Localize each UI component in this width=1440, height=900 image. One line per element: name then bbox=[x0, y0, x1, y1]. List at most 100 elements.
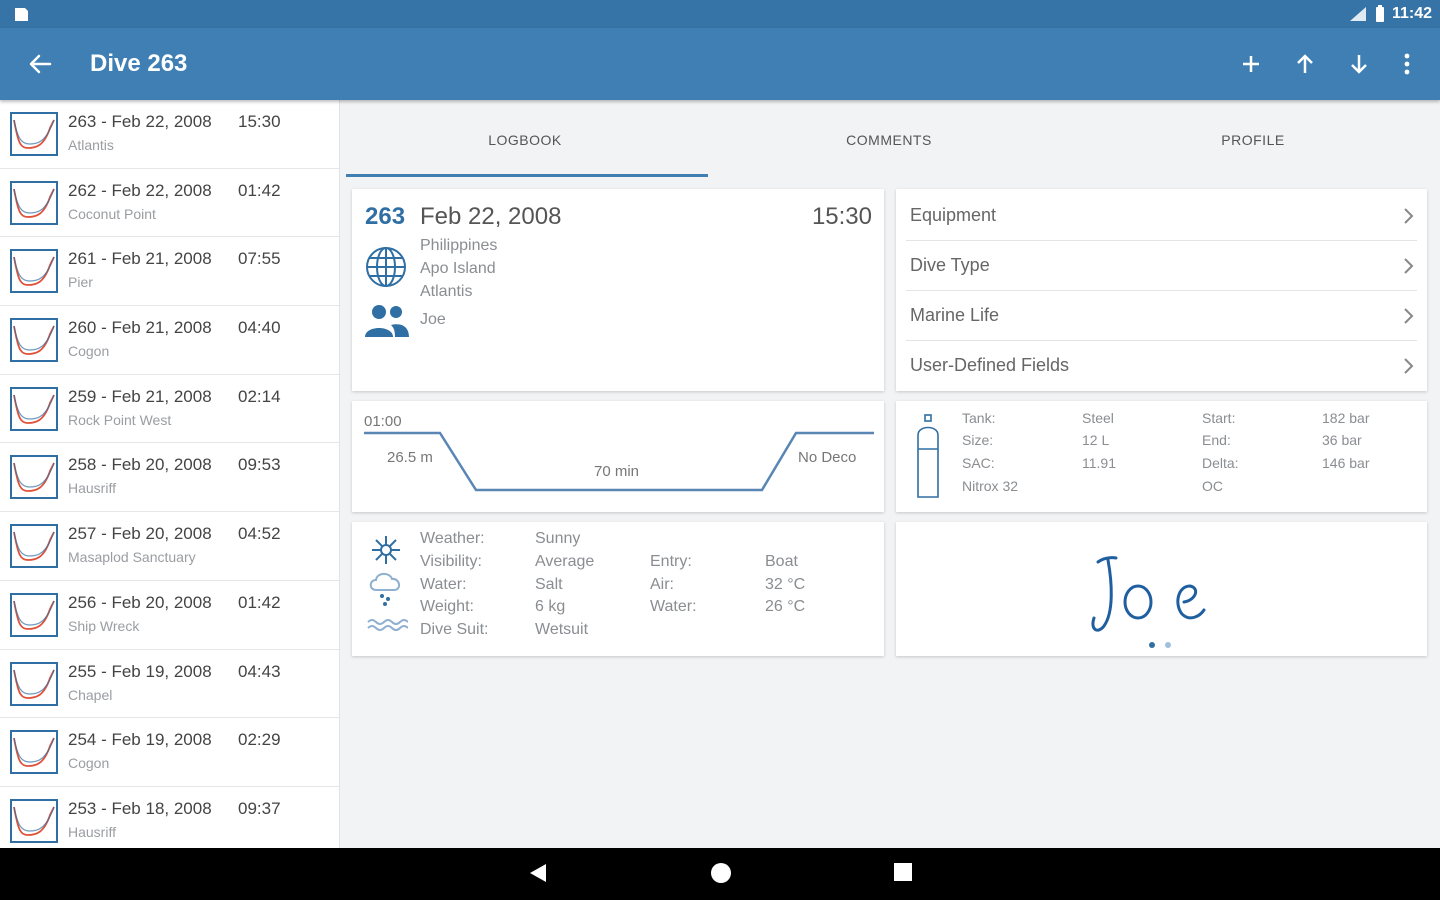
dive-profile-thumbnail bbox=[10, 798, 58, 843]
dive-list-item[interactable]: 258 - Feb 20, 2008 09:53 Hausriff bbox=[0, 443, 339, 513]
add-button[interactable] bbox=[1233, 46, 1269, 82]
plus-icon bbox=[1243, 56, 1259, 72]
conditions-card[interactable]: Weather: Sunny Visibility: Average Water… bbox=[352, 522, 884, 656]
dive-profile-thumbnail bbox=[10, 455, 58, 500]
dive-title: 253 - Feb 18, 2008 bbox=[68, 798, 212, 818]
nav-recents-icon[interactable] bbox=[893, 862, 913, 882]
dive-item-time: 04:43 bbox=[238, 661, 281, 681]
water-type-label: Water: bbox=[420, 576, 467, 593]
chevron-right-icon bbox=[1404, 208, 1414, 224]
tab-indicator bbox=[346, 174, 708, 177]
dive-item-time: 07:55 bbox=[238, 249, 281, 269]
page-indicator-active bbox=[1149, 642, 1155, 648]
dive-profile-thumbnail bbox=[10, 112, 58, 156]
tab-logbook[interactable]: LOGBOOK bbox=[342, 132, 708, 148]
sac-value: 11.91 bbox=[1082, 455, 1116, 471]
deco-status: No Deco bbox=[798, 449, 857, 466]
size-label: Size: bbox=[962, 432, 994, 448]
details-nav-card: Equipment Dive Type Marine Life User-Def… bbox=[896, 189, 1427, 391]
dive-item-time: 01:42 bbox=[238, 180, 281, 200]
equipment-label: Equipment bbox=[910, 205, 997, 225]
tab-comments[interactable]: COMMENTS bbox=[706, 132, 1072, 148]
marine-life-row[interactable]: Marine Life bbox=[906, 291, 1417, 341]
entry-label: Entry: bbox=[650, 553, 692, 570]
previous-dive-button[interactable] bbox=[1287, 46, 1323, 82]
start-value: 182 bar bbox=[1322, 410, 1370, 426]
dive-item-site: Ship Wreck bbox=[68, 617, 140, 634]
battery-icon bbox=[1375, 5, 1384, 22]
dive-profile-thumbnail bbox=[10, 386, 58, 431]
surface-interval: 01:00 bbox=[364, 413, 402, 430]
dive-item-site: Pier bbox=[68, 274, 93, 291]
nav-back-icon[interactable] bbox=[528, 862, 548, 884]
water-temp-label: Water: bbox=[650, 598, 697, 615]
app-bar: Dive 263 bbox=[0, 28, 1440, 100]
weight-value: 6 kg bbox=[535, 598, 566, 615]
dive-item-time: 02:14 bbox=[238, 386, 281, 406]
dive-suit-value: Wetsuit bbox=[535, 621, 589, 638]
dive-profile-thumbnail bbox=[10, 730, 58, 775]
globe-icon bbox=[366, 247, 406, 287]
dive-list-item[interactable]: 261 - Feb 21, 2008 07:55 Pier bbox=[0, 237, 339, 307]
signature-card[interactable] bbox=[896, 522, 1427, 656]
sac-label: SAC: bbox=[962, 455, 995, 471]
sun-icon bbox=[372, 536, 400, 564]
user-defined-fields-label: User-Defined Fields bbox=[910, 355, 1070, 375]
weather-label: Weather: bbox=[420, 530, 485, 547]
air-temp-value: 32 °C bbox=[765, 576, 806, 593]
dive-item-site: Atlantis bbox=[68, 137, 114, 153]
dive-profile-card[interactable]: 01:00 26.5 m 70 min No Deco bbox=[352, 401, 884, 512]
buddy-icon bbox=[365, 305, 409, 337]
dive-profile-thumbnail bbox=[10, 524, 58, 569]
nav-home-icon[interactable] bbox=[710, 862, 732, 884]
buddy-name: Joe bbox=[420, 311, 446, 328]
dive-list-item[interactable]: 256 - Feb 20, 2008 01:42 Ship Wreck bbox=[0, 580, 339, 650]
visibility-label: Visibility: bbox=[420, 553, 482, 570]
dive-profile-thumbnail bbox=[10, 592, 58, 637]
dive-list-item[interactable]: 254 - Feb 19, 2008 02:29 Cogon bbox=[0, 718, 339, 787]
next-dive-button[interactable] bbox=[1341, 46, 1377, 82]
dive-list-item[interactable]: 263 - Feb 22, 2008 15:30 Atlantis bbox=[0, 100, 339, 169]
circuit-type: OC bbox=[1202, 478, 1223, 494]
dive-list-item[interactable]: 260 - Feb 21, 2008 04:40 Cogon bbox=[0, 306, 339, 375]
tab-profile[interactable]: PROFILE bbox=[1070, 132, 1436, 148]
dive-list-item[interactable]: 262 - Feb 22, 2008 01:42 Coconut Point bbox=[0, 168, 339, 238]
status-icons: 11:42 bbox=[1348, 4, 1432, 24]
chevron-right-icon bbox=[1404, 358, 1414, 374]
tank-card[interactable]: Tank: Steel Size: 12 L SAC: 11.91 Nitrox… bbox=[896, 401, 1427, 512]
dive-list-item[interactable]: 253 - Feb 18, 2008 09:37 Hausriff bbox=[0, 786, 339, 848]
dive-list[interactable]: 263 - Feb 22, 2008 15:30 Atlantis 262 - Feb… bbox=[0, 100, 340, 848]
dive-title: 258 - Feb 20, 2008 bbox=[68, 455, 212, 475]
dive-item-site: Masaplod Sanctuary bbox=[68, 549, 196, 566]
dive-item-site: Chapel bbox=[68, 686, 113, 703]
dive-item-time: 01:42 bbox=[238, 592, 281, 612]
dive-summary-card: 263 Feb 22, 2008 15:30 Philippines Apo I… bbox=[352, 189, 884, 391]
delta-value: 146 bar bbox=[1322, 455, 1370, 471]
overflow-menu-button[interactable] bbox=[1389, 46, 1425, 82]
dive-list-item[interactable]: 259 - Feb 21, 2008 02:14 Rock Point West bbox=[0, 374, 339, 444]
buddy-signature bbox=[1091, 556, 1206, 632]
dive-title: 257 - Feb 20, 2008 bbox=[68, 524, 212, 544]
equipment-row[interactable]: Equipment bbox=[906, 191, 1417, 241]
dive-profile-thumbnail bbox=[10, 661, 58, 706]
status-bar: 11:42 bbox=[0, 0, 1440, 28]
user-defined-fields-row[interactable]: User-Defined Fields bbox=[906, 341, 1417, 391]
clock: 11:42 bbox=[1391, 5, 1432, 22]
dive-time: 15:30 bbox=[811, 203, 872, 230]
dive-title: 260 - Feb 21, 2008 bbox=[68, 318, 212, 338]
location-island: Apo Island bbox=[420, 260, 496, 277]
dive-item-time: 02:29 bbox=[238, 730, 281, 750]
notification-icon bbox=[15, 8, 28, 21]
dive-item-time: 04:52 bbox=[238, 524, 281, 544]
tank-label: Tank: bbox=[962, 410, 996, 426]
back-arrow-icon[interactable] bbox=[22, 46, 58, 82]
dive-date: Feb 22, 2008 bbox=[420, 203, 562, 230]
start-label: Start: bbox=[1202, 410, 1236, 426]
dive-profile-thumbnail bbox=[10, 180, 58, 225]
dive-list-item[interactable]: 255 - Feb 19, 2008 04:43 Chapel bbox=[0, 649, 339, 719]
dive-list-item[interactable]: 257 - Feb 20, 2008 04:52 Masaplod Sanctuar… bbox=[0, 512, 339, 581]
dive-title: 254 - Feb 19, 2008 bbox=[68, 730, 212, 750]
air-temp-label: Air: bbox=[650, 576, 674, 593]
dive-type-row[interactable]: Dive Type bbox=[906, 241, 1417, 291]
dive-number: 263 bbox=[365, 203, 406, 230]
